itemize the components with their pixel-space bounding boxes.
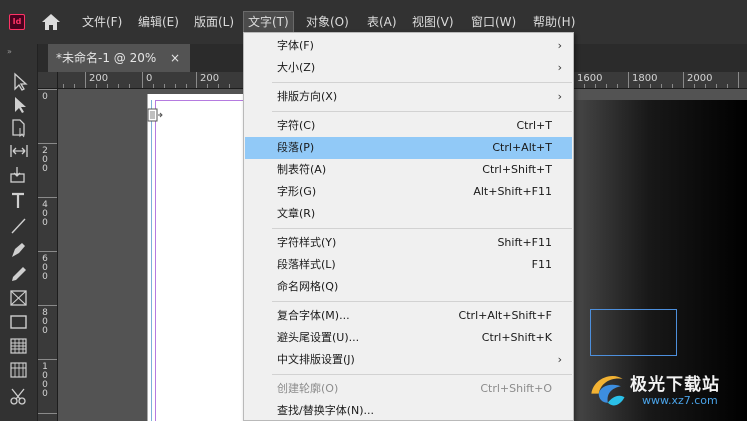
selected-frame[interactable] <box>590 309 677 356</box>
chevron-right-icon: › <box>557 39 562 52</box>
line-tool-icon[interactable] <box>8 216 30 236</box>
menu-type[interactable]: 文字(T) <box>243 11 294 33</box>
margin-guide <box>151 100 152 421</box>
panel-collapse-icon[interactable]: » <box>7 48 31 62</box>
menu-shortcut: F11 <box>531 258 552 271</box>
selection-tool-icon[interactable] <box>8 72 30 92</box>
rectangle-frame-tool-icon[interactable] <box>8 288 30 308</box>
menu-item-glyphs[interactable]: 字形(G) Alt+Shift+F11 <box>245 181 572 203</box>
menu-table[interactable]: 表(A) <box>367 12 397 32</box>
watermark-title: 极光下载站 <box>630 375 720 395</box>
ruler-label: 0 <box>42 92 48 102</box>
chevron-right-icon: › <box>557 90 562 103</box>
watermark-logo: 极光下载站 www.xz7.com <box>584 364 744 414</box>
page-tool-icon[interactable] <box>8 118 30 138</box>
tools-panel: » <box>0 44 38 421</box>
ruler-label: 2000 <box>687 73 713 84</box>
menu-shortcut: Alt+Shift+F11 <box>473 185 552 198</box>
menu-item-paragraph[interactable]: 段落(P) Ctrl+Alt+T <box>245 137 572 159</box>
chevron-right-icon: › <box>557 61 562 74</box>
horizontal-grid-tool-icon[interactable] <box>8 336 30 356</box>
scissors-tool-icon[interactable] <box>8 386 30 406</box>
menu-item-composite-fonts[interactable]: 复合字体(M)... Ctrl+Alt+Shift+F <box>245 305 572 327</box>
menu-item-create-outlines: 创建轮廓(O) Ctrl+Shift+O <box>245 378 572 400</box>
menu-layout[interactable]: 版面(L) <box>194 12 234 32</box>
menu-object[interactable]: 对象(O) <box>306 12 349 32</box>
menu-item-story[interactable]: 文章(R) <box>245 203 572 225</box>
margin-guide <box>155 100 245 421</box>
chevron-right-icon: › <box>557 353 562 366</box>
menu-shortcut: Ctrl+T <box>516 119 552 132</box>
ruler-label: 200 <box>42 146 48 174</box>
menu-item-type-orientation[interactable]: 排版方向(X) › <box>245 86 572 108</box>
menu-shortcut: Ctrl+Alt+T <box>492 141 552 154</box>
rectangle-tool-icon[interactable] <box>8 312 30 332</box>
vertical-ruler[interactable]: 0 200 400 600 800 1000 <box>38 89 58 421</box>
menu-separator <box>272 228 572 229</box>
watermark-url: www.xz7.com <box>642 394 718 407</box>
ruler-label: 200 <box>200 73 220 84</box>
close-icon[interactable]: × <box>170 44 180 72</box>
menu-window[interactable]: 窗口(W) <box>471 12 516 32</box>
menu-item-kinsoku[interactable]: 避头尾设置(U)... Ctrl+Shift+K <box>245 327 572 349</box>
menu-shortcut: Ctrl+Shift+T <box>482 163 552 176</box>
menu-item-mojikumi[interactable]: 中文排版设置(J) › <box>245 349 572 371</box>
menu-edit[interactable]: 编辑(E) <box>138 12 179 32</box>
menu-item-named-grids[interactable]: 命名网格(Q) <box>245 276 572 298</box>
document-tab[interactable]: *未命名-1 @ 20% × <box>48 44 190 72</box>
menu-item-size[interactable]: 大小(Z) › <box>245 57 572 79</box>
ruler-label: 400 <box>42 200 48 228</box>
ruler-label: 1800 <box>632 73 658 84</box>
menu-separator <box>272 301 572 302</box>
ruler-label: 1600 <box>577 73 603 84</box>
text-frame-port-icon[interactable] <box>147 108 163 124</box>
ruler-origin[interactable] <box>38 72 58 89</box>
ruler-label: 800 <box>42 308 48 336</box>
ruler-label: 1000 <box>42 362 48 399</box>
gap-tool-icon[interactable] <box>8 141 30 161</box>
home-icon[interactable] <box>41 13 61 31</box>
menu-item-character[interactable]: 字符(C) Ctrl+T <box>245 115 572 137</box>
menu-item-paragraph-styles[interactable]: 段落样式(L) F11 <box>245 254 572 276</box>
document-tab-title: *未命名-1 @ 20% <box>56 51 157 65</box>
menu-item-font[interactable]: 字体(F) › <box>245 35 572 57</box>
content-collector-icon[interactable] <box>8 165 30 185</box>
menu-view[interactable]: 视图(V) <box>412 12 454 32</box>
menu-separator <box>272 82 572 83</box>
menu-file[interactable]: 文件(F) <box>82 12 122 32</box>
menu-shortcut: Ctrl+Shift+O <box>480 382 552 395</box>
ruler-label: 0 <box>146 73 153 84</box>
menu-separator <box>272 111 572 112</box>
indesign-window: Id 文件(F) 编辑(E) 版面(L) 文字(T) 对象(O) 表(A) 视图… <box>0 0 747 421</box>
app-logo-icon: Id <box>9 14 25 30</box>
vertical-grid-tool-icon[interactable] <box>8 360 30 380</box>
ruler-label: 600 <box>42 254 48 282</box>
menu-shortcut: Ctrl+Shift+K <box>481 331 552 344</box>
watermark-swirl-icon <box>591 375 625 406</box>
direct-selection-tool-icon[interactable] <box>8 95 30 115</box>
pencil-tool-icon[interactable] <box>8 264 30 284</box>
menu-shortcut: Ctrl+Alt+Shift+F <box>458 309 552 322</box>
type-menu-dropdown: 字体(F) › 大小(Z) › 排版方向(X) › 字符(C) Ctrl+T 段… <box>243 32 574 421</box>
menu-item-character-styles[interactable]: 字符样式(Y) Shift+F11 <box>245 232 572 254</box>
ruler-label: 200 <box>89 73 109 84</box>
pen-tool-icon[interactable] <box>8 240 30 260</box>
menu-shortcut: Shift+F11 <box>497 236 552 249</box>
menu-help[interactable]: 帮助(H) <box>533 12 575 32</box>
menu-item-tabs[interactable]: 制表符(A) Ctrl+Shift+T <box>245 159 572 181</box>
type-tool-icon[interactable] <box>8 191 30 211</box>
menu-item-find-replace-font[interactable]: 查找/替换字体(N)... <box>245 400 572 421</box>
menu-separator <box>272 374 572 375</box>
